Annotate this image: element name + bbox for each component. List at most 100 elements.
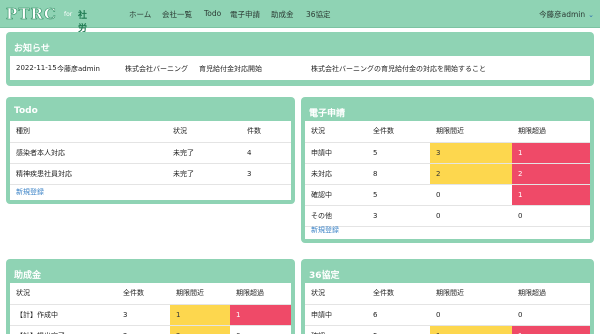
- table-header-row: 種別 状況 件数: [10, 121, 291, 143]
- col-overdue: 期限超過: [512, 121, 590, 143]
- chevron-down-icon: ⌄: [588, 11, 594, 19]
- table-header-row: 状況 全件数 期限間近 期限超過: [305, 283, 590, 305]
- todo-body: 種別 状況 件数 感染者本人対応 未完了 4 精神疾患社員対応 未完了 3 新規…: [10, 121, 291, 200]
- notice-company: 株式会社バーニング: [125, 65, 188, 73]
- cell-overdue: 1: [512, 184, 590, 206]
- e-application-new-link[interactable]: 新規登録: [311, 225, 339, 235]
- nav-todo[interactable]: Todo: [204, 9, 221, 18]
- cell-near-deadline: 0: [430, 184, 512, 206]
- cell-status: 確認: [305, 325, 367, 334]
- notice-subject[interactable]: 育児給付金対応開始: [199, 64, 262, 74]
- cell-status: 未完了: [167, 142, 241, 164]
- cell-type: 精神疾患社員対応: [10, 163, 167, 185]
- col-near-deadline: 期限間近: [430, 121, 512, 143]
- agreement-36-title: 36協定: [309, 271, 340, 281]
- table-row[interactable]: 申請中 5 3 1: [305, 142, 590, 164]
- col-status: 状況: [305, 283, 367, 305]
- table-row[interactable]: 申請中 6 0 0: [305, 304, 590, 326]
- todo-title: Todo: [14, 106, 38, 116]
- notice-author: 今藤彦admin: [57, 65, 100, 73]
- cell-overdue: 1: [230, 304, 291, 326]
- col-overdue: 期限超過: [230, 283, 291, 305]
- col-near-deadline: 期限間近: [170, 283, 230, 305]
- nav-home[interactable]: ホーム: [129, 9, 151, 20]
- todo-table: 種別 状況 件数 感染者本人対応 未完了 4 精神疾患社員対応 未完了 3: [10, 121, 291, 185]
- agreement-36-panel: 36協定 状況 全件数 期限間近 期限超過 申請中 6 0 0 確認 5 1 1: [301, 259, 594, 334]
- nav-36-agreement[interactable]: 36協定: [306, 9, 331, 20]
- cell-total: 8: [367, 163, 430, 185]
- cell-total: 5: [367, 142, 430, 164]
- cell-near-deadline: 1: [430, 325, 512, 334]
- table-row[interactable]: 未対応 8 2 2: [305, 163, 590, 185]
- table-row[interactable]: 【計】提出完了 2 2 0: [10, 325, 291, 334]
- cell-total: 5: [367, 184, 430, 206]
- todo-new-link[interactable]: 新規登録: [16, 187, 44, 197]
- table-row[interactable]: 感染者本人対応 未完了 4: [10, 142, 291, 164]
- cell-status: 申請中: [305, 142, 367, 164]
- cell-near-deadline: 0: [430, 304, 512, 326]
- e-application-body: 状況 全件数 期限間近 期限超過 申請中 5 3 1 未対応 8 2 2 確認中…: [305, 121, 590, 239]
- cell-total: 5: [367, 325, 430, 334]
- nav-company-list[interactable]: 会社一覧: [162, 9, 192, 20]
- table-row[interactable]: 精神疾患社員対応 未完了 3: [10, 163, 291, 185]
- col-status: 状況: [305, 121, 367, 143]
- cell-near-deadline: 1: [170, 304, 230, 326]
- cell-near-deadline: 2: [170, 325, 230, 334]
- notice-title: お知らせ: [14, 44, 50, 54]
- cell-count: 4: [241, 142, 291, 164]
- e-application-table: 状況 全件数 期限間近 期限超過 申請中 5 3 1 未対応 8 2 2 確認中…: [305, 121, 590, 227]
- cell-total: 3: [117, 304, 170, 326]
- table-header-row: 状況 全件数 期限間近 期限超過: [305, 121, 590, 143]
- cell-overdue: 1: [512, 142, 590, 164]
- cell-total: 6: [367, 304, 430, 326]
- cell-status: 【計】作成中: [10, 304, 117, 326]
- e-application-panel: 電子申請 状況 全件数 期限間近 期限超過 申請中 5 3 1 未対応 8 2 …: [301, 97, 594, 243]
- col-status: 状況: [167, 121, 241, 143]
- todo-panel: Todo 種別 状況 件数 感染者本人対応 未完了 4 精神疾患社員対応 未完了…: [6, 97, 295, 204]
- cell-status: 確認中: [305, 184, 367, 206]
- table-row[interactable]: 確認中 5 0 1: [305, 184, 590, 206]
- subsidy-body: 状況 全件数 期限間近 期限超過 【計】作成中 3 1 1 【計】提出完了 2 …: [10, 283, 291, 334]
- col-overdue: 期限超過: [512, 283, 590, 305]
- cell-overdue: 0: [512, 304, 590, 326]
- col-status: 状況: [10, 283, 117, 305]
- col-total: 全件数: [117, 283, 170, 305]
- cell-status: その他: [305, 205, 367, 227]
- cell-count: 3: [241, 163, 291, 185]
- logo-text: PTRC: [6, 5, 57, 23]
- cell-overdue: 0: [230, 325, 291, 334]
- col-near-deadline: 期限間近: [430, 283, 512, 305]
- cell-status: 未対応: [305, 163, 367, 185]
- table-row[interactable]: その他 3 0 0: [305, 205, 590, 227]
- logo-for-text: for: [64, 11, 73, 18]
- table-header-row: 状況 全件数 期限間近 期限超過: [10, 283, 291, 305]
- cell-overdue: 1: [512, 325, 590, 334]
- subsidy-table: 状況 全件数 期限間近 期限超過 【計】作成中 3 1 1 【計】提出完了 2 …: [10, 283, 291, 334]
- notice-panel: お知らせ 2022-11-15 今藤彦admin 株式会社バーニング 育児給付金…: [6, 32, 594, 86]
- col-total: 全件数: [367, 121, 430, 143]
- cell-near-deadline: 2: [430, 163, 512, 185]
- e-application-title: 電子申請: [309, 109, 346, 119]
- subsidy-title: 助成金: [14, 271, 42, 281]
- col-type: 種別: [10, 121, 167, 143]
- col-count: 件数: [241, 121, 291, 143]
- user-name: 今藤彦admin: [539, 10, 586, 19]
- cell-status: 申請中: [305, 304, 367, 326]
- subsidy-panel: 助成金 状況 全件数 期限間近 期限超過 【計】作成中 3 1 1 【計】提出完…: [6, 259, 295, 334]
- cell-near-deadline: 0: [430, 205, 512, 227]
- notice-body-text: 株式会社バーニングの育児給付金の対応を開始すること: [311, 65, 486, 73]
- table-row[interactable]: 【計】作成中 3 1 1: [10, 304, 291, 326]
- cell-overdue: 2: [512, 163, 590, 185]
- cell-total: 2: [117, 325, 170, 334]
- nav-e-application[interactable]: 電子申請: [230, 9, 260, 20]
- top-navbar: PTRC for 社労士 ホーム 会社一覧 Todo 電子申請 助成金 36協定…: [0, 0, 600, 47]
- agreement-36-body: 状況 全件数 期限間近 期限超過 申請中 6 0 0 確認 5 1 1: [305, 283, 590, 334]
- user-menu[interactable]: 今藤彦admin ⌄: [539, 9, 594, 20]
- table-row[interactable]: 確認 5 1 1: [305, 325, 590, 334]
- agreement-36-table: 状況 全件数 期限間近 期限超過 申請中 6 0 0 確認 5 1 1: [305, 283, 590, 334]
- cell-status: 【計】提出完了: [10, 325, 117, 334]
- cell-total: 3: [367, 205, 430, 227]
- notice-body: 2022-11-15 今藤彦admin 株式会社バーニング 育児給付金対応開始 …: [10, 56, 590, 80]
- nav-subsidy[interactable]: 助成金: [271, 9, 294, 20]
- cell-overdue: 0: [512, 205, 590, 227]
